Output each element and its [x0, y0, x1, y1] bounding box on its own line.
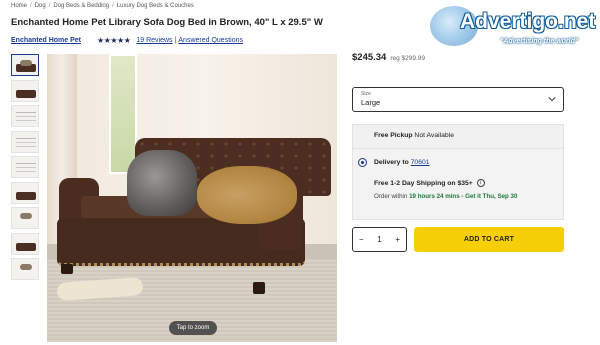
meta-separator: | [174, 37, 177, 44]
watermark-tagline: "Advertising the world" [500, 38, 579, 45]
order-countdown: 19 hours 24 mins - Get it Thu, Sep 30 [409, 193, 518, 200]
breadcrumb-luxury-beds[interactable]: Luxury Dog Beds & Couches [117, 3, 194, 9]
reviews-link[interactable]: 19 Reviews [136, 37, 172, 44]
zip-code-link[interactable]: 70601 [411, 159, 430, 166]
breadcrumb-dog[interactable]: Dog [35, 3, 46, 9]
delivery-radio[interactable] [358, 158, 367, 167]
size-label: Size [361, 91, 371, 97]
schnauzer-dog [127, 150, 197, 216]
tan-dog [197, 166, 297, 224]
thumbnail-2[interactable] [11, 79, 39, 102]
watermark-brand: Advertigo.net [460, 10, 596, 33]
price-row: $245.34 reg $299.99 [352, 52, 425, 63]
thumbnail-7[interactable] [11, 207, 39, 229]
regular-price: reg $299.99 [390, 55, 426, 62]
breadcrumb-home[interactable]: Home [11, 3, 27, 9]
breadcrumb-dog-beds[interactable]: Dog Beds & Bedding [53, 3, 109, 9]
order-deadline: Order within 19 hours 24 mins - Get it T… [374, 193, 517, 200]
increase-quantity-button[interactable]: + [395, 235, 400, 244]
product-main-image[interactable]: Tap to zoom [47, 54, 337, 342]
pickup-status: Not Available [414, 132, 454, 139]
delivery-label: Delivery to [374, 159, 409, 166]
info-icon[interactable]: i [476, 179, 485, 187]
thumbnail-8[interactable] [11, 232, 39, 255]
pickup-label: Free Pickup [374, 132, 413, 139]
order-prefix: Order within [374, 193, 408, 200]
quantity-value[interactable]: 1 [377, 235, 381, 244]
breadcrumb: Home / Dog / Dog Beds & Bedding / Luxury Dog B… [11, 3, 194, 9]
thumbnail-6[interactable] [11, 181, 39, 204]
brand-link[interactable]: Enchanted Home Pet [11, 37, 81, 44]
thumbnail-9[interactable] [11, 258, 39, 280]
tap-to-zoom-badge[interactable]: Tap to zoom [169, 321, 217, 335]
add-to-cart-button[interactable]: ADD TO CART [414, 227, 564, 252]
thumbnail-1[interactable] [11, 54, 39, 76]
rating-stars[interactable]: ★★★★★ [97, 36, 131, 45]
fulfillment-options: Free Pickup Not Available Delivery to 70… [352, 124, 564, 220]
thumbnail-strip [11, 54, 41, 284]
product-meta-row: Enchanted Home Pet ★★★★★ 19 Reviews | An… [11, 36, 243, 45]
thumbnail-5[interactable] [11, 156, 39, 178]
size-dropdown[interactable]: Size Large [352, 87, 564, 112]
pickup-option[interactable]: Free Pickup Not Available [353, 125, 563, 149]
answered-questions-link[interactable]: Answered Questions [178, 37, 243, 44]
thumbnail-4[interactable] [11, 130, 39, 153]
delivery-option[interactable]: Delivery to 70601 Free 1-2 Day Shipping … [353, 149, 563, 219]
quantity-stepper: − 1 + [352, 227, 407, 252]
chevron-down-icon [548, 97, 556, 102]
product-title: Enchanted Home Pet Library Sofa Dog Bed … [11, 17, 323, 28]
current-price: $245.34 [352, 52, 387, 63]
thumbnail-3[interactable] [11, 105, 39, 127]
size-value: Large [361, 98, 381, 107]
shipping-offer: Free 1-2 Day Shipping on $35+ [374, 179, 473, 187]
watermark-logo: Advertigo.net "Advertising the world" [428, 4, 600, 50]
decrease-quantity-button[interactable]: − [359, 235, 364, 244]
